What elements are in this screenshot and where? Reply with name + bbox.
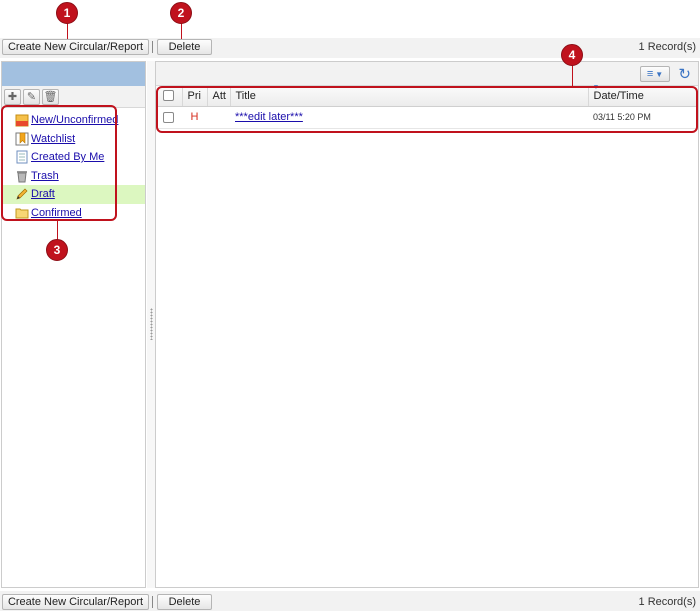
list-view-icon: ≡ [646,68,654,80]
delete-button[interactable]: Delete [157,39,212,55]
message-list-pane: ≡ ▼ ↻ Pri Att Title ▼ Date/Time H ***edi… [155,61,699,588]
edit-folder-button[interactable]: ✎ [23,88,40,105]
trash-icon: 🗑 [43,91,58,103]
toolbar-separator [152,41,153,53]
callout-marker-4: 4 [561,44,583,66]
pencil-icon: ✎ [26,91,37,103]
callout-line-3 [57,221,58,240]
callout-marker-1: 1 [56,2,78,24]
create-circular-button-bottom[interactable]: Create New Circular/Report [2,594,149,610]
splitter-grip[interactable] [150,308,153,340]
view-menu-button[interactable]: ≡ ▼ [640,66,670,82]
create-circular-button[interactable]: Create New Circular/Report [2,39,149,55]
record-count: 1 Record(s) [638,41,696,53]
callout-box-4 [156,86,698,133]
add-folder-button[interactable]: ✚ [4,88,21,105]
chevron-down-icon: ▼ [655,69,664,79]
callout-line-4 [572,64,573,86]
add-icon: ✚ [7,91,18,103]
folder-pane-header [2,62,145,86]
toolbar-separator [152,596,153,608]
record-count-bottom: 1 Record(s) [638,596,696,608]
refresh-icon[interactable]: ↻ [678,65,691,83]
delete-button-bottom[interactable]: Delete [157,594,212,610]
callout-marker-3: 3 [46,239,68,261]
callout-box-3 [1,105,117,221]
callout-line-2 [181,22,182,39]
list-toolbar: ≡ ▼ ↻ [156,62,698,86]
delete-folder-button[interactable]: 🗑 [42,88,59,105]
callout-line-1 [67,22,68,39]
callout-marker-2: 2 [170,2,192,24]
